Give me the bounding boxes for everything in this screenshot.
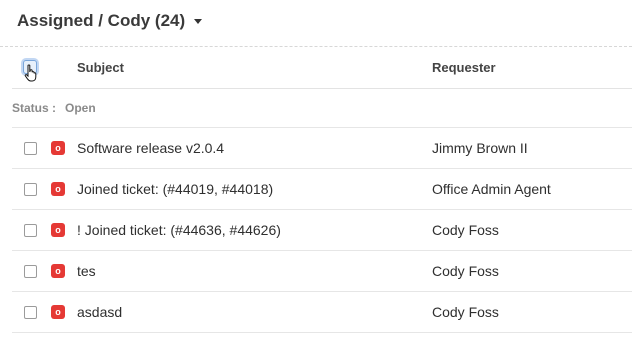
view-selector[interactable]: Assigned / Cody (24) [17,11,203,31]
status-badge: o [51,223,65,237]
group-header: Status : Open [12,89,632,128]
ticket-subject[interactable]: ! Joined ticket: (#44636, #44626) [77,222,281,238]
status-badge: o [51,141,65,155]
ticket-requester: Jimmy Brown II [432,140,528,156]
group-value: Open [65,101,96,115]
ticket-requester: Cody Foss [432,304,499,320]
ticket-row[interactable]: o ! Joined ticket: (#44636, #44626) Cody… [12,210,632,251]
ticket-requester: Office Admin Agent [432,181,551,197]
status-badge: o [51,305,65,319]
ticket-row[interactable]: o Software release v2.0.4 Jimmy Brown II [12,128,632,169]
ticket-requester: Cody Foss [432,222,499,238]
ticket-subject[interactable]: Software release v2.0.4 [77,140,224,156]
table-header: Subject Requester [12,47,632,89]
ticket-subject[interactable]: Joined ticket: (#44019, #44018) [77,181,273,197]
caret-down-icon[interactable] [194,18,203,24]
ticket-row[interactable]: o Joined ticket: (#44019, #44018) Office… [12,169,632,210]
column-requester[interactable]: Requester [432,60,496,75]
ticket-row[interactable]: o asdasd Cody Foss [12,292,632,333]
row-checkbox[interactable] [24,224,37,237]
view-title: Assigned / Cody (24) [17,11,186,30]
group-label: Status [12,101,49,115]
view-header: Assigned / Cody (24) [0,0,632,47]
ticket-subject[interactable]: asdasd [77,304,122,320]
ticket-row[interactable]: o tes Cody Foss [12,251,632,292]
status-badge: o [51,182,65,196]
ticket-requester: Cody Foss [432,263,499,279]
status-badge: o [51,264,65,278]
row-checkbox[interactable] [24,306,37,319]
column-subject[interactable]: Subject [77,60,124,75]
row-checkbox[interactable] [24,142,37,155]
row-checkbox[interactable] [24,265,37,278]
row-checkbox[interactable] [24,183,37,196]
ticket-subject[interactable]: tes [77,263,96,279]
group-separator: : [52,101,56,115]
hand-pointer-cursor-icon [24,64,37,82]
